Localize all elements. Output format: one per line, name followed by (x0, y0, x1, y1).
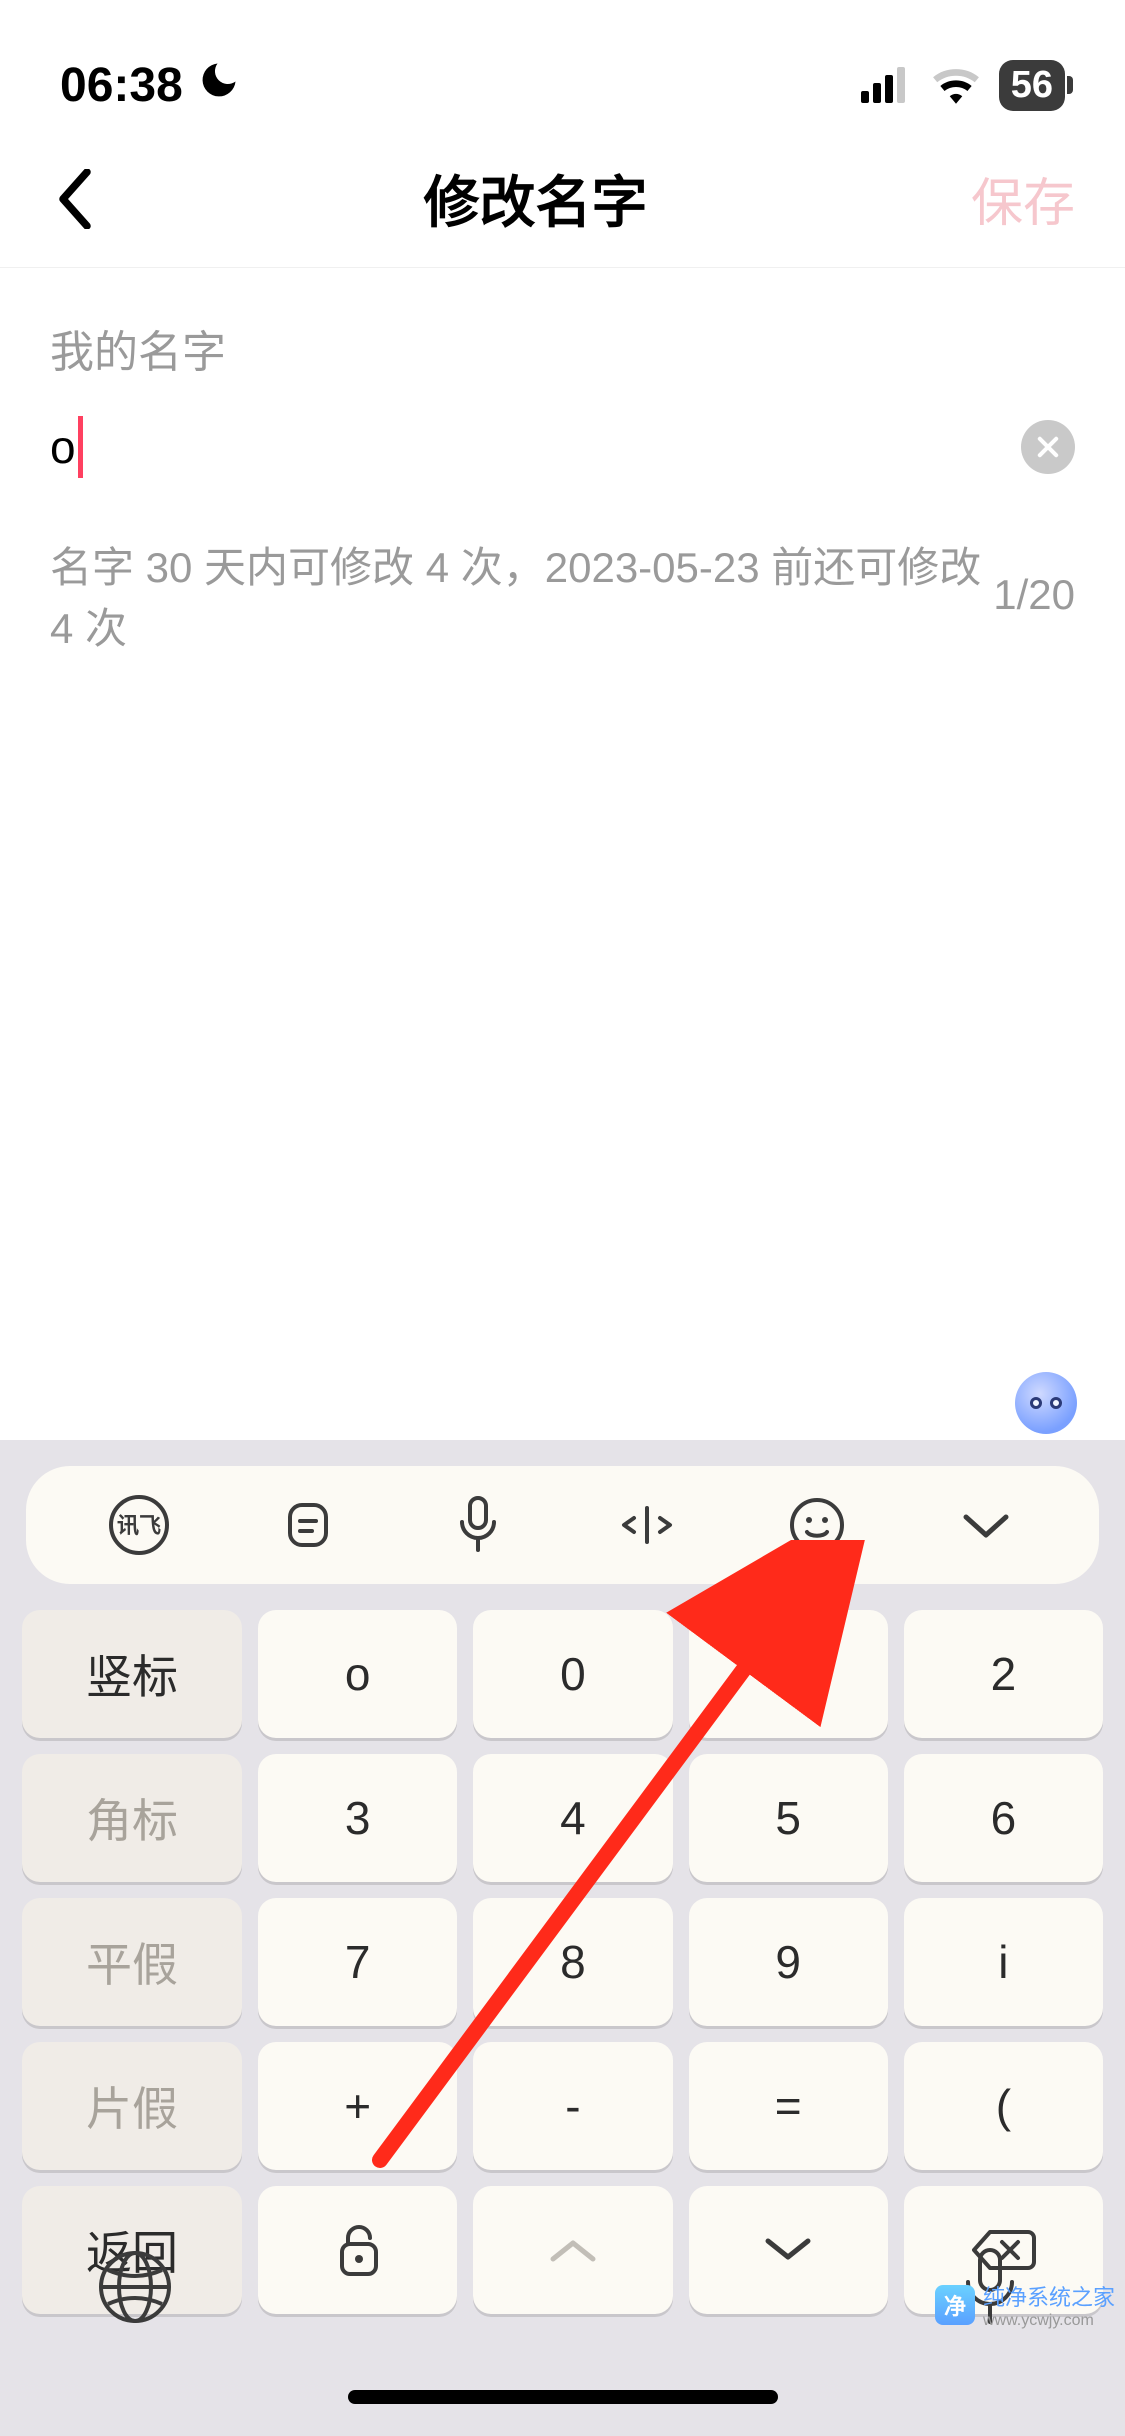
key-1[interactable]: 1 (689, 1610, 888, 1738)
key-paren[interactable]: ( (904, 2042, 1103, 2170)
key-3[interactable]: 3 (258, 1754, 457, 1882)
text-cursor (78, 416, 83, 478)
key-5[interactable]: 5 (689, 1754, 888, 1882)
key-8[interactable]: 8 (473, 1898, 672, 2026)
key-6[interactable]: 6 (904, 1754, 1103, 1882)
keyboard-toolbar: 讯飞 (26, 1466, 1099, 1584)
collapse-keyboard-button[interactable] (944, 1483, 1028, 1567)
watermark: 净 纯净系统之家 www.ycwjy.com (935, 2280, 1115, 2330)
field-label: 我的名字 (50, 316, 1075, 380)
cellular-signal-icon (861, 67, 913, 103)
ime-logo-button[interactable]: 讯飞 (97, 1483, 181, 1567)
battery-indicator: 56 (999, 60, 1065, 111)
page-title: 修改名字 (423, 158, 647, 239)
key-2[interactable]: 2 (904, 1610, 1103, 1738)
side-key-3[interactable]: 片假 (22, 2042, 242, 2170)
status-time: 06:38 (60, 58, 183, 113)
key-7[interactable]: 7 (258, 1898, 457, 2026)
battery-level: 56 (1011, 64, 1053, 107)
close-icon (1034, 433, 1062, 461)
do-not-disturb-icon (197, 58, 241, 113)
name-input[interactable]: o (50, 416, 1001, 478)
key-o[interactable]: o (258, 1610, 457, 1738)
key-equals[interactable]: = (689, 2042, 888, 2170)
name-section: 我的名字 o (0, 268, 1125, 514)
clear-button[interactable] (1021, 420, 1075, 474)
side-key-2[interactable]: 平假 (22, 1898, 242, 2026)
globe-icon (96, 2248, 174, 2326)
side-key-0[interactable]: 竖标 (22, 1610, 242, 1738)
status-bar: 06:38 56 (0, 0, 1125, 130)
hint-row: 名字 30 天内可修改 4 次，2023-05-23 前还可修改 4 次 1/2… (0, 514, 1125, 656)
watermark-name: 纯净系统之家 (983, 2280, 1115, 2312)
svg-text:讯飞: 讯飞 (117, 1513, 161, 1538)
clipboard-button[interactable] (266, 1483, 350, 1567)
back-button[interactable] (50, 174, 100, 224)
keyboard-avatar-icon[interactable] (1015, 1372, 1077, 1434)
emoji-button[interactable] (775, 1483, 859, 1567)
watermark-url: www.ycwjy.com (983, 2312, 1115, 2330)
status-left: 06:38 (60, 58, 241, 113)
char-counter: 1/20 (993, 571, 1075, 619)
page-header: 修改名字 保存 (0, 130, 1125, 268)
key-i[interactable]: i (904, 1898, 1103, 2026)
status-right: 56 (861, 60, 1065, 111)
wifi-icon (931, 66, 981, 104)
name-input-row: o (50, 416, 1075, 514)
key-minus[interactable]: - (473, 2042, 672, 2170)
hint-text: 名字 30 天内可修改 4 次，2023-05-23 前还可修改 4 次 (50, 534, 993, 656)
key-0[interactable]: 0 (473, 1610, 672, 1738)
key-4[interactable]: 4 (473, 1754, 672, 1882)
key-9[interactable]: 9 (689, 1898, 888, 2026)
watermark-badge-icon: 净 (935, 2285, 975, 2325)
chevron-down-icon (958, 1507, 1014, 1543)
voice-button[interactable] (436, 1483, 520, 1567)
home-indicator[interactable] (348, 2390, 778, 2404)
key-plus[interactable]: + (258, 2042, 457, 2170)
cursor-move-button[interactable] (605, 1483, 689, 1567)
chevron-left-icon (56, 169, 94, 229)
side-key-1[interactable]: 角标 (22, 1754, 242, 1882)
globe-button[interactable] (90, 2242, 180, 2332)
save-button[interactable]: 保存 (971, 161, 1075, 236)
input-value: o (50, 420, 76, 474)
